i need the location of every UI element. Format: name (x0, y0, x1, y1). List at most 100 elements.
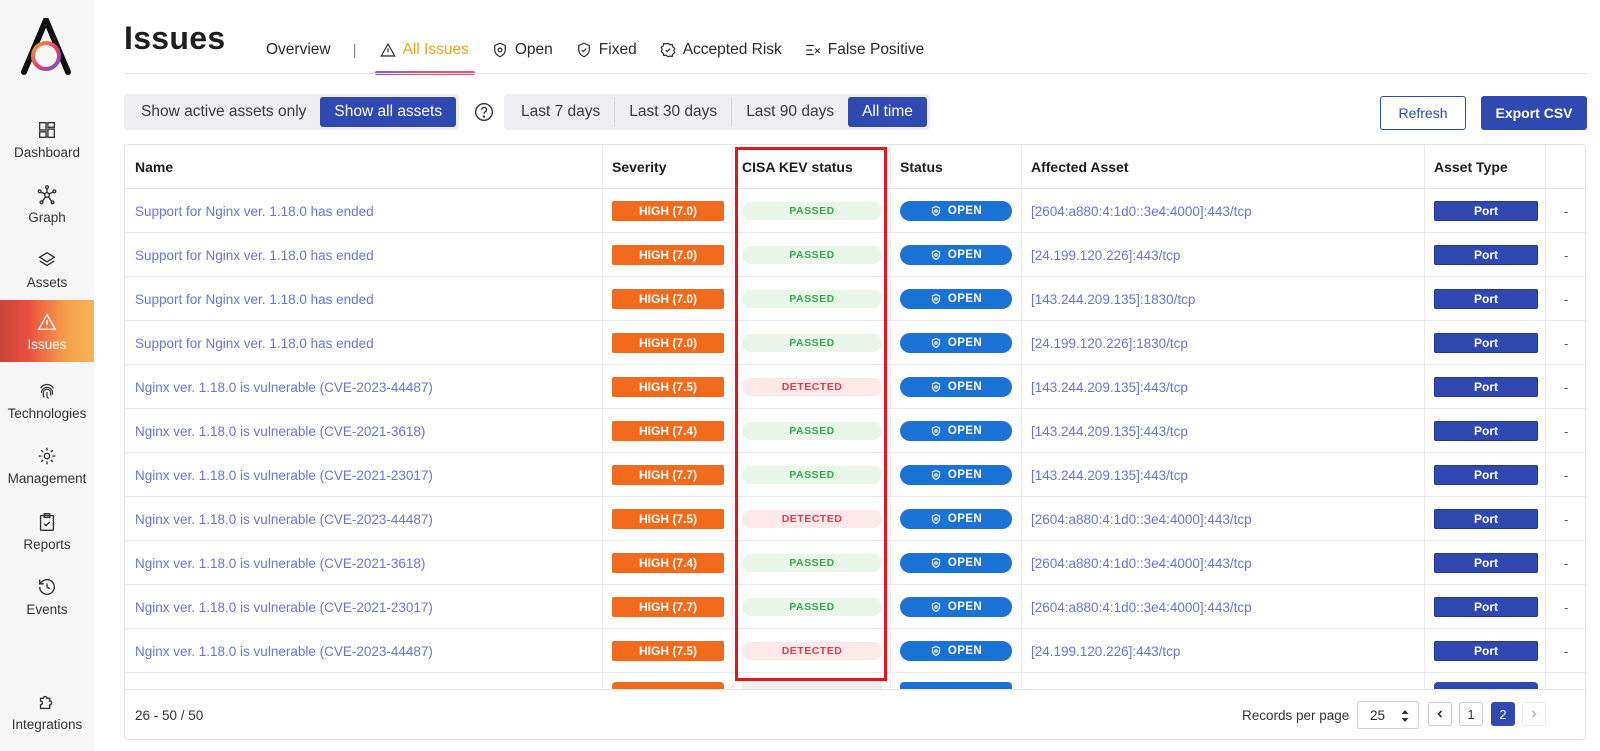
affected-asset-cell: [24.199.120.226]:443/tcp (1021, 629, 1180, 673)
issue-name-link[interactable]: Support for Nginx ver. 1.18.0 has ended (135, 204, 374, 219)
column-header-asset-type[interactable]: Asset Type (1424, 145, 1508, 189)
tab-overview[interactable]: Overview (266, 33, 331, 67)
status-badge[interactable]: OPEN (900, 289, 1012, 309)
issue-name-link[interactable]: Nginx ver. 1.18.0 is vulnerable (CVE-202… (135, 424, 425, 439)
table-row[interactable]: Support for Nginx ver. 1.18.0 has ended H… (125, 189, 1585, 233)
issue-name-link[interactable]: Support for Nginx ver. 1.18.0 has ended (135, 248, 374, 263)
affected-asset-link[interactable]: [143.244.209.135]:443/tcp (1031, 424, 1188, 439)
help-icon[interactable] (474, 102, 494, 122)
sidebar-item-reports[interactable]: Reports (0, 500, 94, 562)
shield-alert-icon (931, 205, 940, 217)
issue-name-link[interactable]: Nginx ver. 1.18.0 is vulnerable (CVE-202… (135, 556, 425, 571)
shield-alert-icon (931, 293, 940, 305)
last-7-days-button[interactable]: Last 7 days (507, 97, 614, 127)
column-header-affected-asset[interactable]: Affected Asset (1021, 145, 1129, 189)
status-badge[interactable]: OPEN (900, 509, 1012, 529)
issue-name-cell: Support for Nginx ver. 1.18.0 has ended (125, 277, 374, 321)
affected-asset-link[interactable]: [2604:a880:4:1d0::3e4:4000]:443/tcp (1031, 600, 1252, 615)
issue-name-link[interactable]: Support for Nginx ver. 1.18.0 has ended (135, 336, 374, 351)
sidebar-item-assets[interactable]: Assets (0, 238, 94, 300)
status-badge[interactable]: OPEN (900, 245, 1012, 265)
table-row[interactable]: Nginx ver. 1.18.0 is vulnerable (CVE-202… (125, 453, 1585, 497)
status-badge[interactable]: OPEN (900, 333, 1012, 353)
shield-alert-icon (494, 42, 506, 58)
tab-open[interactable]: Open (491, 33, 553, 67)
issue-name-link[interactable]: Nginx ver. 1.18.0 is vulnerable (CVE-202… (135, 512, 433, 527)
affected-asset-link[interactable]: [143.244.209.135]:1830/tcp (1031, 292, 1195, 307)
sidebar-item-integrations[interactable]: Integrations (0, 680, 94, 742)
status-badge[interactable]: OPEN (900, 201, 1012, 221)
table-row[interactable]: Support for Nginx ver. 1.18.0 has ended H… (125, 321, 1585, 365)
gear-icon (38, 447, 56, 464)
records-per-page-select[interactable]: 25 (1357, 701, 1419, 729)
show-all-assets-button[interactable]: Show all assets (320, 97, 457, 127)
column-header-severity[interactable]: Severity (602, 145, 666, 189)
table-row[interactable]: Nginx ver. 1.18.0 is vulnerable (CVE-202… (125, 409, 1585, 453)
show-active-assets-button[interactable]: Show active assets only (127, 97, 320, 127)
page-1-button[interactable]: 1 (1459, 702, 1483, 726)
column-header-cisa-kev-status[interactable]: CISA KEV status (732, 145, 853, 189)
sidebar-item-label: Events (26, 601, 68, 617)
shield-alert-icon (931, 645, 940, 657)
sidebar-item-events[interactable]: Events (0, 565, 94, 627)
overflow-cell: - (1564, 467, 1569, 483)
affected-asset-link[interactable]: [2604:a880:4:1d0::3e4:4000]:443/tcp (1031, 556, 1252, 571)
sidebar-item-technologies[interactable]: Technologies (0, 369, 94, 431)
overflow-cell: - (1564, 511, 1569, 527)
severity-badge: HIGH (7.0) (612, 333, 724, 353)
asset-type-badge: Port (1434, 245, 1538, 265)
app-logo[interactable] (20, 18, 72, 76)
table-row[interactable]: Nginx ver. 1.18.0 is vulnerable (CVE-202… (125, 585, 1585, 629)
affected-asset-link[interactable]: [2604:a880:4:1d0::3e4:4000]:443/tcp (1031, 512, 1252, 527)
status-badge[interactable]: OPEN (900, 421, 1012, 441)
table-row[interactable]: Nginx ver. 1.18.0 is vulnerable (CVE-202… (125, 541, 1585, 585)
tab-false-positive[interactable]: False Positive (804, 33, 924, 67)
status-badge[interactable]: OPEN (900, 641, 1012, 661)
next-page-button[interactable] (1522, 702, 1546, 726)
kev-status-cell: PASSED (732, 409, 882, 453)
table-row[interactable]: Nginx ver. 1.18.0 is vulnerable (CVE-202… (125, 365, 1585, 409)
column-header-status[interactable]: Status (890, 145, 943, 189)
kev-status-badge: PASSED (742, 422, 882, 440)
sidebar-item-dashboard[interactable]: Dashboard (0, 108, 94, 170)
affected-asset-link[interactable]: [24.199.120.226]:443/tcp (1031, 644, 1180, 659)
severity-cell: HIGH (7.5) (602, 365, 724, 409)
last-30-days-button[interactable]: Last 30 days (615, 97, 731, 127)
sidebar-item-issues[interactable]: Issues (0, 300, 94, 362)
asset-type-cell: Port (1424, 585, 1538, 629)
table-row[interactable]: Nginx ver. 1.18.0 is vulnerable (CVE-202… (125, 629, 1585, 673)
issue-name-link[interactable]: Nginx ver. 1.18.0 is vulnerable (CVE-202… (135, 380, 433, 395)
severity-cell: HIGH (7.0) (602, 321, 724, 365)
last-90-days-button[interactable]: Last 90 days (732, 97, 848, 127)
affected-asset-link[interactable]: [24.199.120.226]:1830/tcp (1031, 336, 1188, 351)
prev-page-button[interactable] (1428, 702, 1452, 726)
column-header-name[interactable]: Name (125, 145, 173, 189)
table-row[interactable]: Nginx ver. 1.18.0 is vulnerable (CVE-202… (125, 497, 1585, 541)
refresh-button[interactable]: Refresh (1380, 96, 1466, 130)
export-csv-button[interactable]: Export CSV (1481, 96, 1587, 130)
issue-name-link[interactable]: Nginx ver. 1.18.0 is vulnerable (CVE-202… (135, 468, 433, 483)
issue-name-link[interactable]: Nginx ver. 1.18.0 is vulnerable (CVE-202… (135, 600, 433, 615)
affected-asset-link[interactable]: [143.244.209.135]:443/tcp (1031, 380, 1188, 395)
severity-badge: HIGH (7.0) (612, 201, 724, 221)
status-badge[interactable]: OPEN (900, 553, 1012, 573)
issue-name-link[interactable]: Support for Nginx ver. 1.18.0 has ended (135, 292, 374, 307)
kev-status-badge: PASSED (742, 290, 882, 308)
status-badge[interactable]: OPEN (900, 465, 1012, 485)
affected-asset-link[interactable]: [24.199.120.226]:443/tcp (1031, 248, 1180, 263)
affected-asset-link[interactable]: [143.244.209.135]:443/tcp (1031, 468, 1188, 483)
issue-name-cell: Support for Nginx ver. 1.18.0 has ended (125, 321, 374, 365)
all-time-button[interactable]: All time (848, 97, 927, 127)
tab-all-issues[interactable]: All Issues (374, 33, 476, 75)
affected-asset-link[interactable]: [2604:a880:4:1d0::3e4:4000]:443/tcp (1031, 204, 1252, 219)
sidebar-item-graph[interactable]: Graph (0, 173, 94, 235)
issue-name-link[interactable]: Nginx ver. 1.18.0 is vulnerable (CVE-202… (135, 644, 433, 659)
sidebar-item-management[interactable]: Management (0, 434, 94, 496)
tab-fixed[interactable]: Fixed (575, 33, 637, 67)
status-badge[interactable]: OPEN (900, 377, 1012, 397)
table-row[interactable]: Support for Nginx ver. 1.18.0 has ended H… (125, 277, 1585, 321)
status-badge[interactable]: OPEN (900, 597, 1012, 617)
table-row[interactable]: Support for Nginx ver. 1.18.0 has ended H… (125, 233, 1585, 277)
tab-accepted-risk[interactable]: Accepted Risk (659, 33, 782, 67)
page-2-button[interactable]: 2 (1491, 702, 1515, 726)
